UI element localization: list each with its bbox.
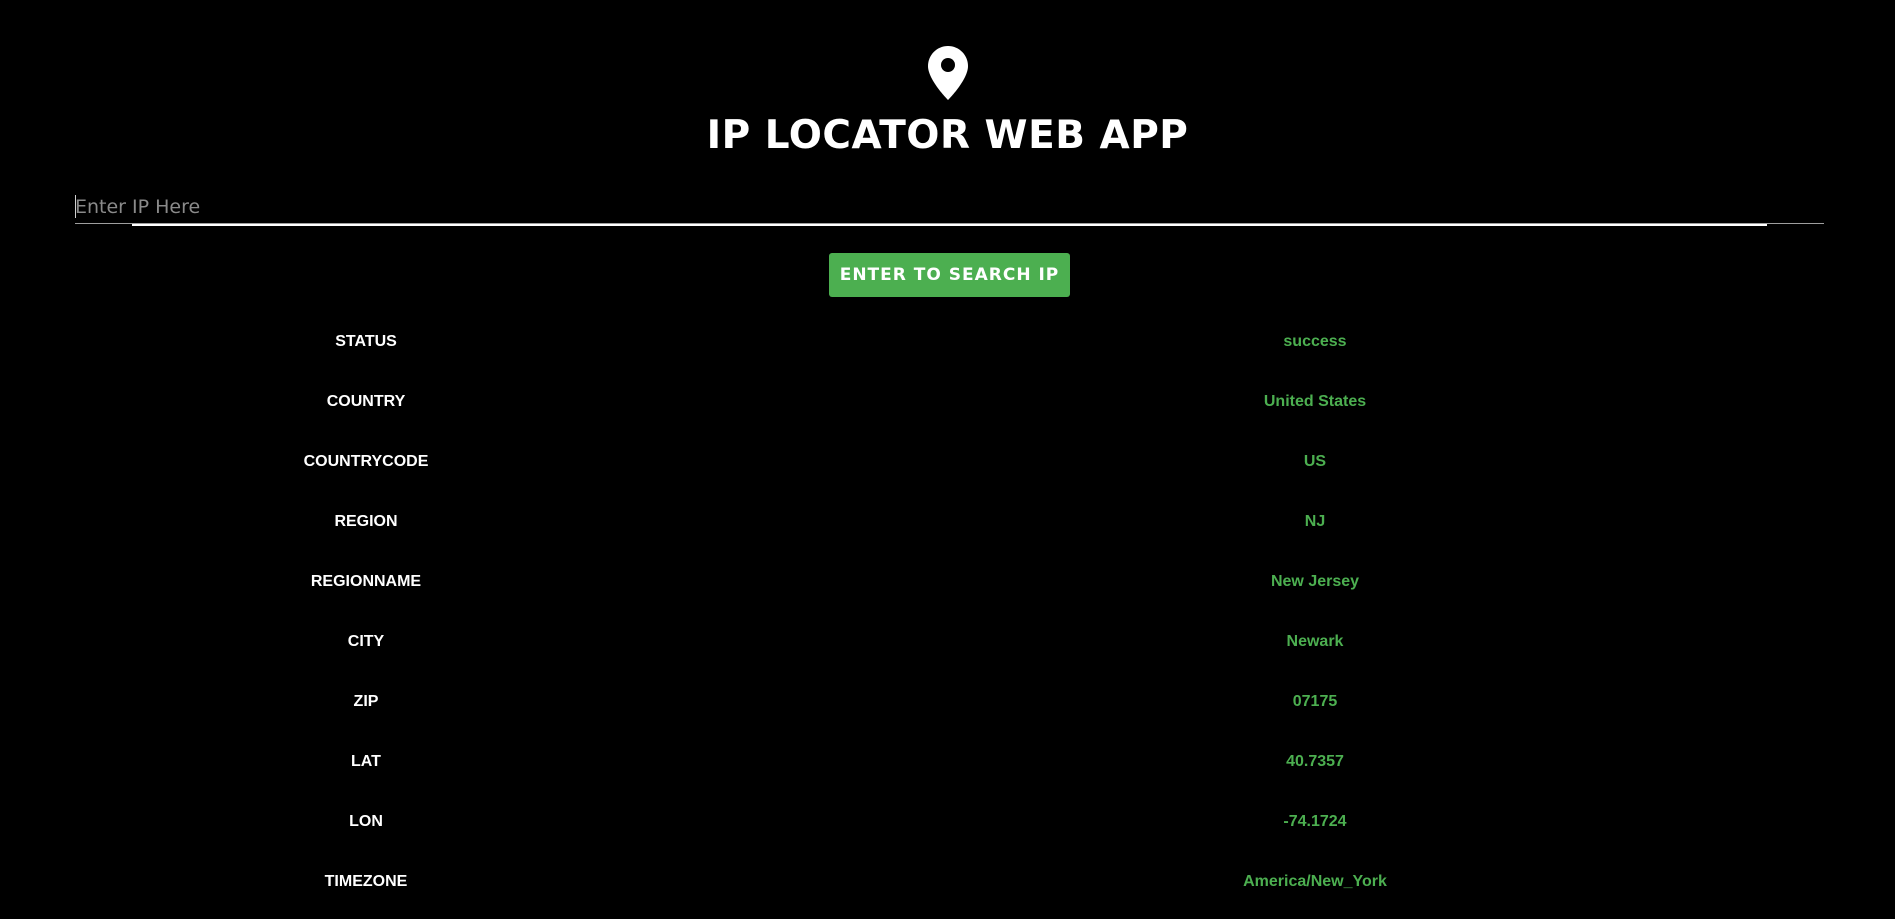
search-ip-button[interactable]: ENTER TO SEARCH IP [829, 253, 1070, 297]
ip-results-table: STATUS success COUNTRY United States COU… [0, 312, 1895, 912]
page-title: IP LOCATOR WEB APP [706, 113, 1189, 158]
result-row-regionname: REGIONNAME New Jersey [0, 552, 1895, 612]
result-key: CITY [347, 633, 385, 650]
map-pin-icon [927, 46, 968, 100]
result-row-country: COUNTRY United States [0, 372, 1895, 432]
app-header: IP LOCATOR WEB APP [0, 46, 1895, 158]
ip-locator-app: IP LOCATOR WEB APP ENTER TO SEARCH IP ST… [0, 0, 1895, 919]
result-key: LAT [351, 753, 381, 770]
result-row-timezone: TIMEZONE America/New_York [0, 852, 1895, 912]
result-row-status: STATUS success [0, 312, 1895, 372]
result-key: STATUS [335, 333, 397, 350]
result-value: NJ [1304, 513, 1326, 530]
text-caret [75, 195, 76, 218]
result-key: COUNTRY [326, 393, 406, 410]
result-value: success [1283, 333, 1347, 350]
result-value: -74.1724 [1283, 813, 1347, 830]
result-row-zip: ZIP 07175 [0, 672, 1895, 732]
result-value: United States [1263, 393, 1367, 410]
result-key: TIMEZONE [324, 873, 408, 890]
result-value: US [1303, 453, 1327, 470]
result-row-lon: LON -74.1724 [0, 792, 1895, 852]
input-focus-underline [132, 224, 1767, 226]
result-key: ZIP [353, 693, 379, 710]
result-value: 07175 [1292, 693, 1338, 710]
result-row-lat: LAT 40.7357 [0, 732, 1895, 792]
result-row-countrycode: COUNTRYCODE US [0, 432, 1895, 492]
result-value: New Jersey [1270, 573, 1360, 590]
ip-search-field [75, 190, 1824, 226]
result-value: Newark [1286, 633, 1344, 650]
result-row-city: CITY Newark [0, 612, 1895, 672]
ip-search-input[interactable] [75, 190, 1824, 224]
result-key: REGIONNAME [310, 573, 422, 590]
result-row-region: REGION NJ [0, 492, 1895, 552]
result-value: America/New_York [1243, 873, 1387, 890]
result-key: COUNTRYCODE [303, 453, 429, 470]
result-key: REGION [334, 513, 398, 530]
result-key: LON [349, 813, 383, 830]
result-value: 40.7357 [1286, 753, 1344, 770]
